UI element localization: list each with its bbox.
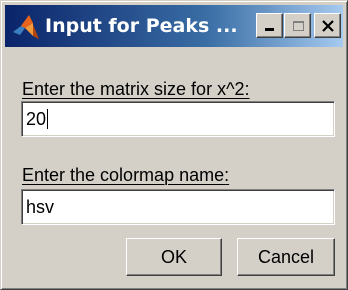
colormap-input[interactable]: hsv	[21, 189, 335, 225]
minimize-button[interactable]	[256, 13, 283, 38]
input-dialog-window: Input for Peaks ... Enter the matrix siz…	[0, 0, 348, 290]
cancel-button[interactable]: Cancel	[237, 238, 335, 276]
window-title: Input for Peaks ...	[45, 15, 238, 37]
colormap-value: hsv	[26, 197, 55, 217]
matrix-size-value: 20	[26, 109, 47, 129]
maximize-button[interactable]	[284, 13, 311, 38]
close-button[interactable]	[314, 13, 341, 38]
matrix-size-label: Enter the matrix size for x^2:	[22, 79, 250, 99]
matlab-icon	[11, 12, 41, 42]
matrix-size-input[interactable]: 20	[21, 101, 335, 137]
maximize-icon	[292, 20, 304, 31]
title-bar[interactable]: Input for Peaks ...	[5, 5, 343, 47]
minimize-icon	[264, 27, 274, 31]
close-icon	[321, 19, 334, 32]
text-caret	[47, 109, 49, 129]
ok-button[interactable]: OK	[126, 238, 222, 276]
colormap-label: Enter the colormap name:	[22, 165, 230, 185]
